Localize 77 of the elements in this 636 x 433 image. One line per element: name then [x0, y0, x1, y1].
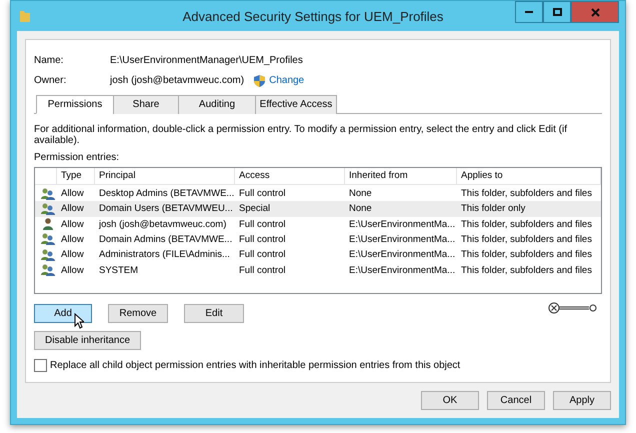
- user-group-icon: [41, 188, 55, 200]
- table-cell-text: This folder, subfolders and files: [460, 249, 593, 260]
- table-cell-text: josh (josh@betavmweuc.com): [98, 218, 228, 230]
- name-label: Name:: [34, 54, 64, 66]
- table-cell-text: Special: [238, 203, 272, 214]
- permission-row[interactable]: Allow Domain Admins (BETAVMWE... Full control E:\UserEnvironmentMa... This folder, subfolders and files: [35, 232, 601, 248]
- user-group-icon: [41, 264, 55, 276]
- maximize-icon: [552, 8, 562, 16]
- table-cell-text: E:\UserEnvironmentMa...: [348, 234, 456, 245]
- table-cell-text: Allow: [60, 188, 85, 200]
- shield-icon: [254, 74, 266, 87]
- table-cell-text: Full control: [238, 188, 286, 200]
- change-link[interactable]: Change: [269, 75, 304, 86]
- entry-button[interactable]: Remove: [108, 304, 168, 323]
- dialog-button[interactable]: Apply: [553, 391, 611, 410]
- table-cell-text: None: [348, 203, 373, 214]
- dialog-button[interactable]: OK: [421, 391, 479, 410]
- table-cell-text: Administrators (FILE\Adminis...: [98, 249, 231, 260]
- user-group-icon: [41, 202, 55, 215]
- permission-row[interactable]: Allow Administrators (FILE\Adminis... Full control E:\UserEnvironmentMa... This folder, subfolders and files: [35, 247, 601, 262]
- table-cell-text: Full control: [238, 249, 286, 260]
- table-cell-text: This folder only: [460, 203, 526, 214]
- mouse-cursor-icon: [74, 312, 84, 329]
- table-cell-text: Full control: [238, 264, 286, 276]
- disable-inheritance-button[interactable]: Disable inheritance: [34, 330, 142, 350]
- replace-checkbox[interactable]: [34, 359, 47, 372]
- permission-row[interactable]: Allow Desktop Admins (BETAVMWE... Full control None This folder, subfolders and files: [35, 186, 601, 202]
- column-header[interactable]: Type: [57, 168, 95, 184]
- maximize-button[interactable]: [543, 1, 571, 23]
- table-cell-text: Allow: [60, 264, 85, 276]
- name-value: E:\UserEnvironmentManager\UEM_Profiles: [110, 54, 303, 66]
- table-cell-text: E:\UserEnvironmentMa...: [348, 264, 456, 276]
- tab[interactable]: Auditing: [178, 94, 256, 114]
- column-header[interactable]: Access: [235, 168, 345, 184]
- close-button[interactable]: [571, 1, 619, 23]
- table-cell-text: Full control: [238, 218, 286, 230]
- table-cell-text: Allow: [60, 218, 85, 230]
- table-cell-text: E:\UserEnvironmentMa...: [348, 249, 456, 260]
- permission-row[interactable]: Allow Domain Users (BETAVMWEU... Special None This folder only: [35, 201, 601, 216]
- table-cell-text: None: [348, 188, 373, 200]
- dialog-button[interactable]: Cancel: [487, 391, 545, 410]
- owner-value: josh (josh@betavmweuc.com): [110, 75, 244, 86]
- tab[interactable]: Share: [113, 94, 179, 114]
- table-cell-text: E:\UserEnvironmentMa...: [348, 218, 456, 230]
- table-cell-text: Desktop Admins (BETAVMWE...: [98, 188, 235, 200]
- column-header[interactable]: Applies to: [457, 168, 601, 184]
- info-text: For additional information, double-click a permission entry. To modify a permission entry, select the entry and click Edit (if available).: [34, 124, 568, 146]
- table-cell-text: This folder, subfolders and files: [460, 188, 593, 200]
- tab[interactable]: Permissions: [36, 94, 114, 114]
- user-icon: [41, 218, 55, 230]
- table-cell-text: Full control: [238, 234, 286, 245]
- window-title: Advanced Security Settings for UEM_Profiles: [182, 8, 444, 24]
- entry-button[interactable]: Add: [34, 304, 92, 323]
- table-cell-text: Domain Users (BETAVMWEU...: [98, 203, 234, 214]
- minimize-icon: [525, 11, 533, 13]
- entries-label: Permission entries:: [34, 152, 120, 163]
- permission-row[interactable]: Allow josh (josh@betavmweuc.com) Full control E:\UserEnvironmentMa... This folder, subfolders and files: [35, 216, 601, 232]
- user-group-icon: [41, 233, 55, 246]
- folder-icon: [19, 9, 31, 23]
- table-cell-text: Allow: [60, 234, 85, 245]
- table-cell-text: This folder, subfolders and files: [460, 234, 593, 245]
- table-cell-text: Domain Admins (BETAVMWE...: [98, 234, 234, 245]
- table-cell-text: Allow: [60, 249, 85, 260]
- entry-button[interactable]: Edit: [184, 304, 244, 323]
- table-cell-text: This folder, subfolders and files: [460, 218, 593, 230]
- column-header[interactable]: Principal: [95, 168, 235, 184]
- column-header[interactable]: Inherited from: [345, 168, 457, 184]
- table-cell-text: SYSTEM: [98, 264, 140, 276]
- table-cell-text: Allow: [60, 203, 85, 214]
- replace-checkbox-label: Replace all child object permission entries with inheritable permission entries from this object: [50, 360, 460, 372]
- minimize-button[interactable]: [515, 1, 543, 23]
- permission-row[interactable]: Allow SYSTEM Full control E:\UserEnvironmentMa... This folder, subfolders and files: [35, 262, 601, 278]
- close-icon: [590, 8, 600, 16]
- user-group-icon: [41, 248, 55, 261]
- owner-label: Owner:: [34, 75, 68, 86]
- table-cell-text: This folder, subfolders and files: [460, 264, 593, 276]
- tab[interactable]: Effective Access: [255, 94, 337, 114]
